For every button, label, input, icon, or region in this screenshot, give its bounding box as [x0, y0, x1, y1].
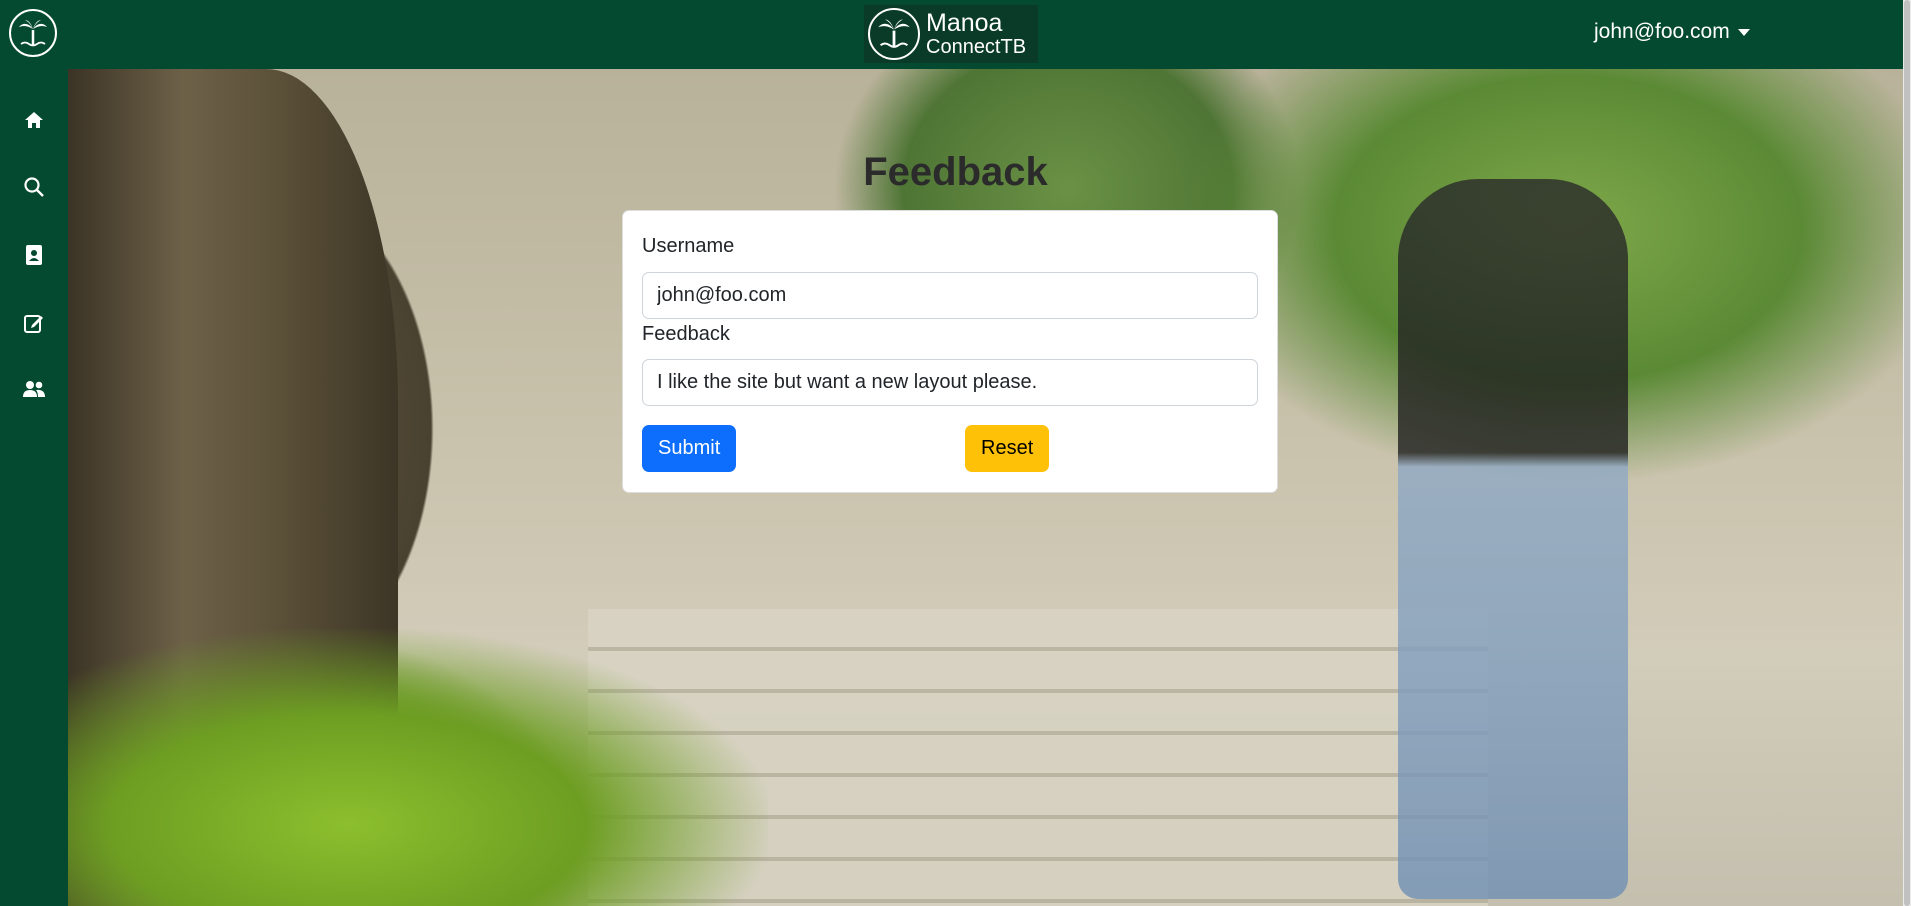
vertical-scrollbar[interactable] — [1903, 0, 1911, 906]
user-email: john@foo.com — [1594, 20, 1730, 43]
feedback-input[interactable] — [642, 359, 1258, 406]
palm-tree-logo-icon[interactable] — [9, 9, 57, 57]
caret-down-icon — [1737, 28, 1750, 36]
palm-tree-emblem-icon — [868, 8, 920, 60]
home-icon[interactable] — [20, 106, 48, 134]
submit-button[interactable]: Submit — [642, 425, 737, 472]
feedback-label: Feedback — [642, 323, 730, 345]
user-dropdown[interactable]: john@foo.com — [1594, 20, 1750, 44]
username-label: Username — [642, 235, 735, 257]
top-navbar: Manoa ConnectTB john@foo.com — [0, 0, 1911, 69]
page-title: Feedback — [863, 150, 1048, 194]
users-icon[interactable] — [20, 375, 48, 403]
edit-icon[interactable] — [20, 309, 48, 337]
contact-card-icon[interactable] — [20, 241, 48, 269]
feedback-form: Username Feedback Submit Reset — [622, 210, 1278, 493]
brand-name: Manoa — [926, 9, 1003, 38]
username-input[interactable] — [642, 272, 1258, 319]
brand-logo[interactable]: Manoa ConnectTB — [864, 5, 1038, 63]
reset-button[interactable]: Reset — [965, 425, 1050, 472]
scrollbar-thumb[interactable] — [1904, 0, 1910, 906]
brand-subtitle: ConnectTB — [926, 35, 1027, 58]
